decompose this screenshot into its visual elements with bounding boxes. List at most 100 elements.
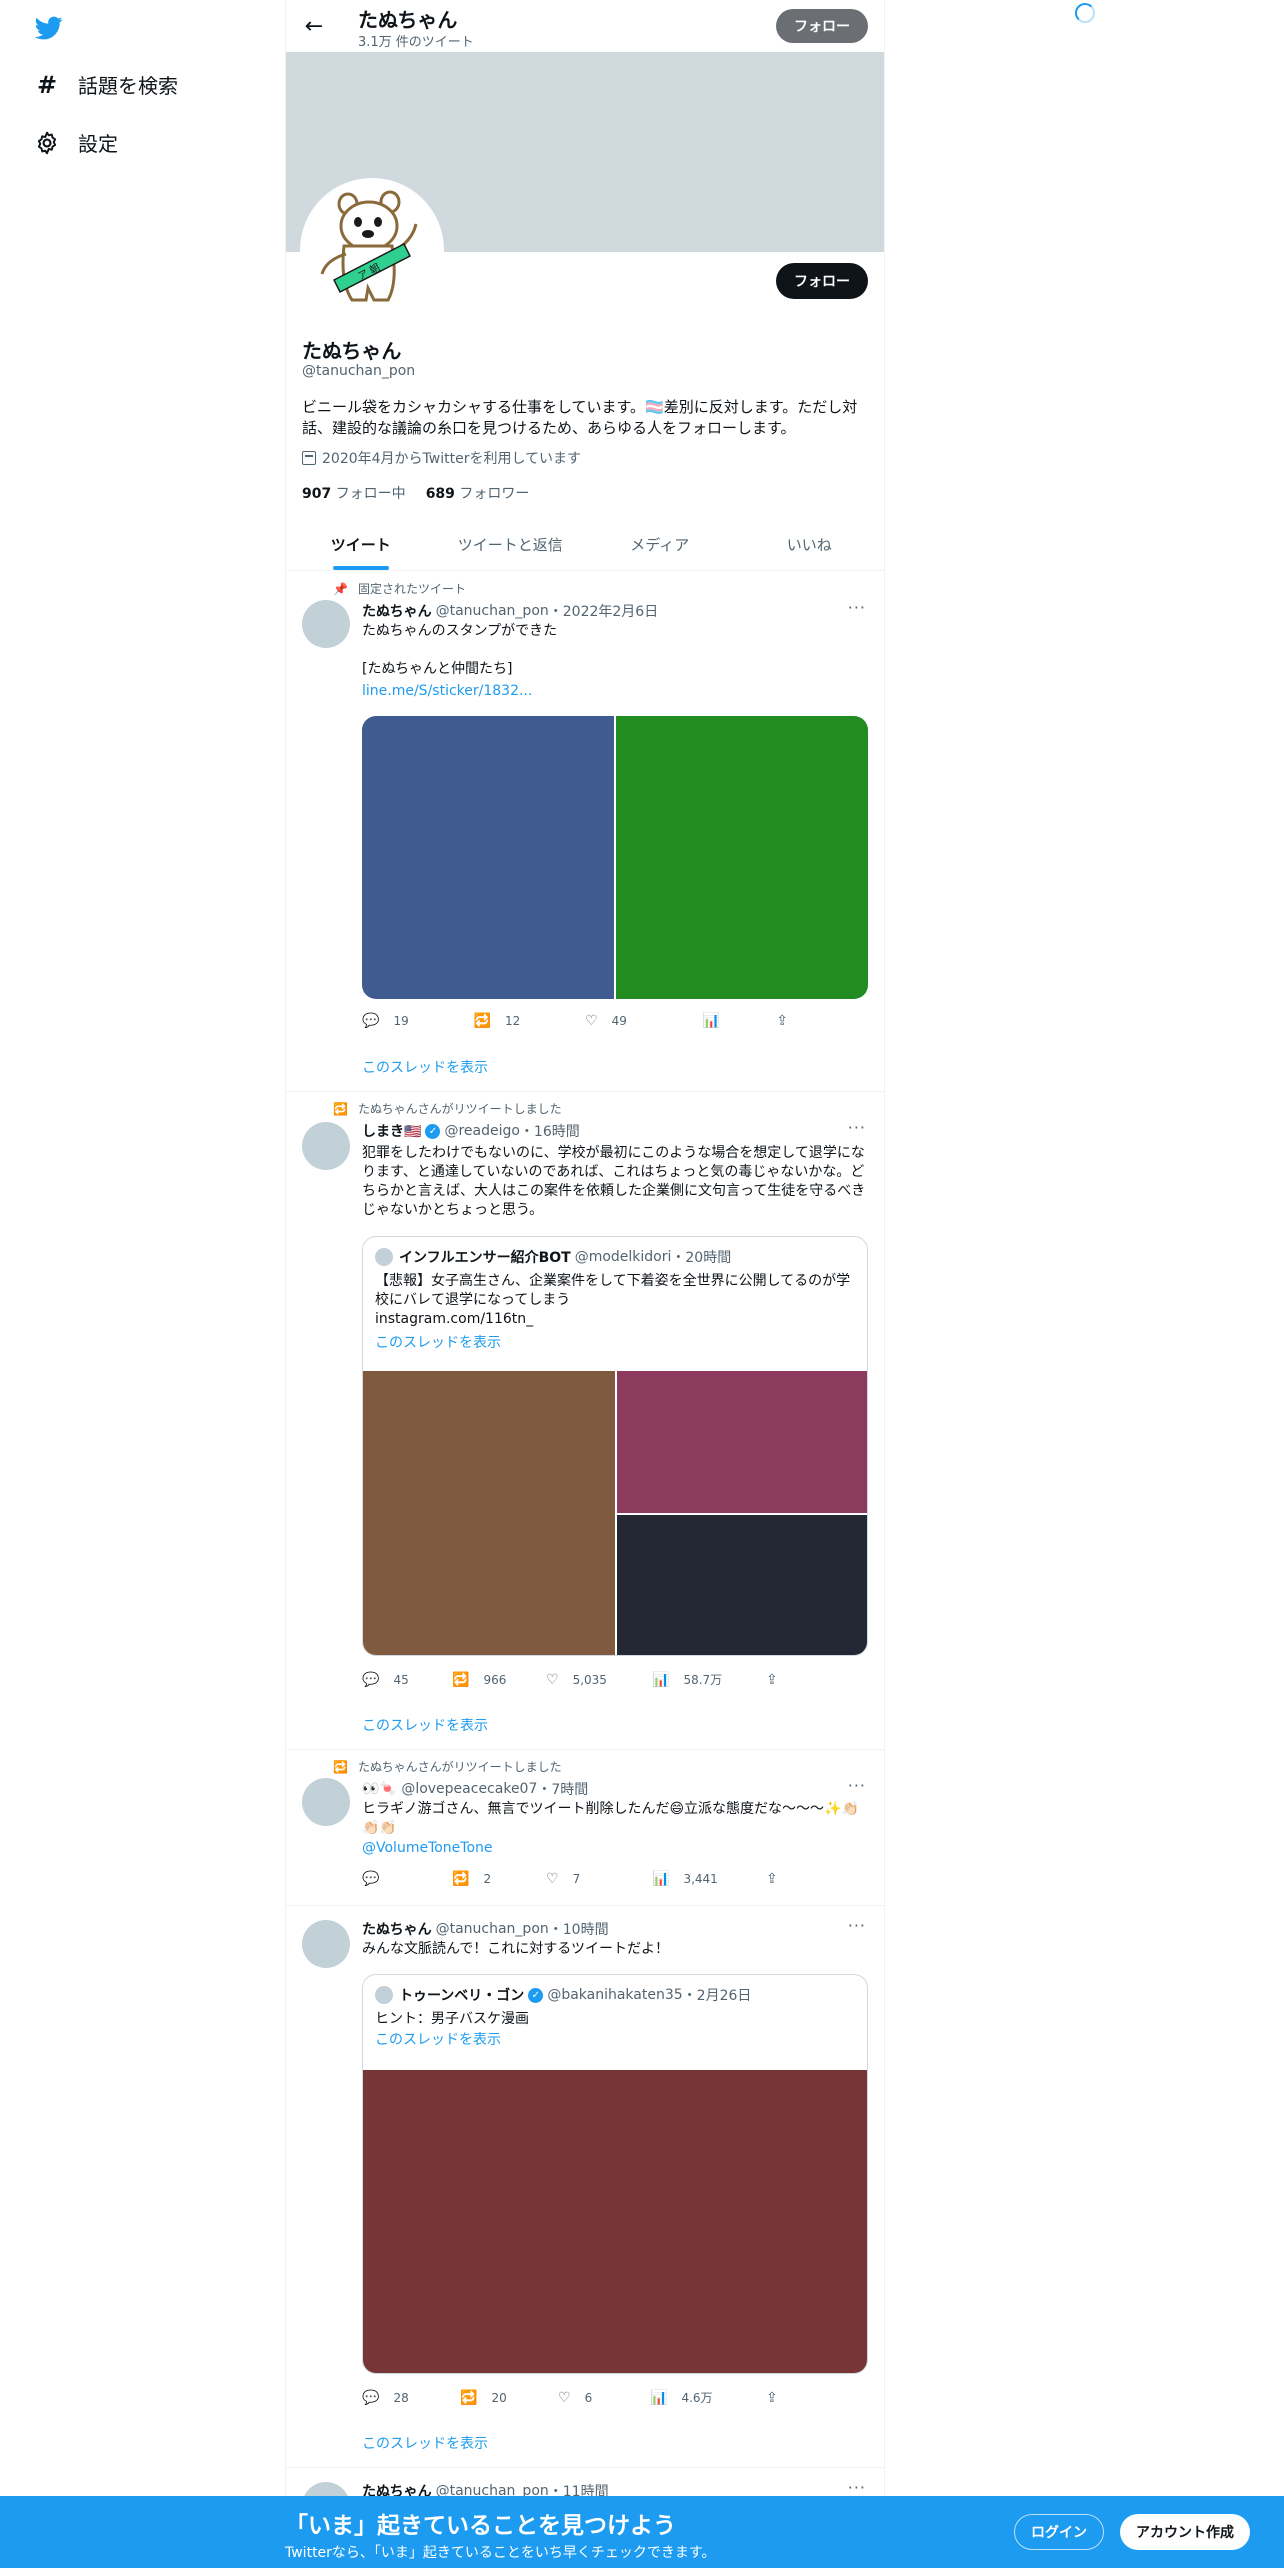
tweet-media[interactable] [362, 716, 868, 999]
retweet-button[interactable]: 🔁 12 [474, 1013, 586, 1029]
tweet-time[interactable]: ・7時間 [537, 1779, 588, 1799]
tab-likes[interactable]: いいね [735, 518, 885, 570]
avatar[interactable] [302, 1778, 350, 1826]
tab-media[interactable]: メディア [585, 518, 735, 570]
follow-button[interactable]: フォロー [776, 263, 868, 299]
tweet-header: 👀🍬 @lovepeacecake07 ・7時間 [362, 1779, 588, 1799]
profile-bio: ビニール袋をカシャカシャする仕事をしています。🏳️‍⚧️差別に反対します。ただし… [302, 398, 858, 437]
avatar[interactable] [302, 600, 350, 648]
tweet-retweet[interactable]: 🔁 たぬちゃんさんがリツイートしました 👀🍬 @lovepeacecake07 … [286, 1750, 884, 1906]
profile-name: たぬちゃん [302, 339, 402, 363]
retweet-icon: 🔁 [452, 1871, 470, 1887]
like-button[interactable]: ♡ 5,035 [546, 1672, 652, 1688]
retweet-button[interactable]: 🔁 20 [460, 2390, 558, 2406]
share-button[interactable]: ⇪ [766, 1672, 792, 1688]
login-button[interactable]: ログイン [1014, 2514, 1104, 2550]
more-options-icon[interactable]: ··· [848, 598, 866, 617]
views-button[interactable]: 📊 4.6万 [650, 2389, 766, 2406]
heart-icon: ♡ [546, 1871, 559, 1887]
retweet-icon: 🔁 [460, 2389, 478, 2406]
author-name[interactable]: たぬちゃん [362, 601, 432, 621]
more-options-icon[interactable]: ··· [848, 1916, 866, 1935]
author-handle[interactable]: 👀🍬 @lovepeacecake07 [362, 1781, 537, 1797]
share-button[interactable]: ⇪ [776, 1013, 802, 1029]
nav-explore-label: 話題を検索 [78, 74, 178, 98]
quote-show-thread[interactable]: このスレッドを表示 [375, 1334, 855, 1353]
author-name[interactable]: たぬちゃん [362, 1919, 432, 1939]
twitter-bird-icon[interactable] [34, 14, 64, 42]
retweet-button[interactable]: 🔁 2 [452, 1871, 546, 1887]
author-handle[interactable]: @tanuchan_pon [436, 1921, 549, 1937]
share-icon: ⇪ [766, 1671, 778, 1688]
media-image-1[interactable] [363, 1371, 615, 1655]
reply-button[interactable]: 💬 45 [362, 1672, 452, 1688]
views-button[interactable]: 📊 58.7万 [652, 1671, 766, 1688]
share-button[interactable]: ⇪ [766, 1871, 792, 1887]
more-options-icon[interactable]: ··· [848, 2478, 866, 2497]
signup-button[interactable]: アカウント作成 [1120, 2514, 1250, 2550]
quote-avatar [375, 1248, 393, 1266]
reply-button[interactable]: 💬 [362, 1871, 452, 1887]
quote-media-image[interactable] [363, 2070, 867, 2373]
nav-settings-label: 設定 [78, 132, 118, 156]
tab-tweets[interactable]: ツイート [286, 518, 436, 570]
tweet-actions: 💬 45 🔁 966 ♡ 5,035 📊 58.7万 ⇪ [362, 1671, 802, 1688]
views-button[interactable]: 📊 3,441 [652, 1871, 766, 1887]
author-name[interactable]: しまき🇺🇸 [362, 1121, 421, 1141]
share-icon: ⇪ [776, 1013, 788, 1029]
media-image-1[interactable] [362, 716, 614, 999]
author-handle[interactable]: @readeigo [444, 1123, 519, 1139]
pinned-label: 📌 固定されたツイート [333, 581, 467, 597]
tweet-time[interactable]: ・10時間 [549, 1919, 609, 1939]
mention-link[interactable]: @VolumeToneTone [362, 1839, 870, 1858]
tweet-quote[interactable]: たぬちゃん @tanuchan_pon ・10時間 ··· みんな文脈読んで！こ… [286, 1906, 884, 2468]
nav-explore[interactable]: # 話題を検索 [34, 70, 178, 99]
tweet-retweet[interactable]: 🔁 たぬちゃんさんがリツイートしました しまき🇺🇸 ✓ @readeigo ・1… [286, 1092, 884, 1750]
tab-tweets-and-replies[interactable]: ツイートと返信 [436, 518, 586, 570]
tweet-time[interactable]: ・16時間 [520, 1121, 580, 1141]
quote-show-thread[interactable]: このスレッドを表示 [375, 2031, 855, 2050]
like-button[interactable]: ♡ 6 [558, 2390, 650, 2406]
like-button[interactable]: ♡ 49 [585, 1013, 703, 1029]
views-button[interactable]: 📊 [703, 1013, 777, 1029]
quote-media[interactable] [363, 1371, 867, 1655]
banner-subtitle: Twitterなら、「いま」起きていることをいち早くチェックできます。 [285, 2545, 716, 2561]
nav-settings[interactable]: 設定 [34, 128, 118, 157]
views-icon: 📊 [652, 1871, 670, 1887]
media-image-2[interactable] [617, 1371, 867, 1513]
profile-stats: 907 フォロー中 689 フォロワー [302, 483, 529, 503]
tweet-pinned[interactable]: 📌 固定されたツイート たぬちゃん @tanuchan_pon ・2022年2月… [286, 572, 884, 1092]
share-button[interactable]: ⇪ [766, 2390, 792, 2406]
header-follow-button[interactable]: フォロー [776, 9, 868, 43]
back-arrow-icon[interactable]: ← [298, 10, 330, 42]
tanuki-avatar-illustration: ア 朝 [304, 182, 440, 318]
profile-avatar[interactable]: ア 朝 [300, 178, 444, 322]
quote-text: 【悲報】女子高生さん、企業案件をして下着姿を全世界に公開してるのが学校にバレて退… [375, 1273, 851, 1327]
quote-text: ヒント：男子バスケ漫画 [375, 2011, 529, 2027]
avatar[interactable] [302, 1920, 350, 1968]
show-thread-link[interactable]: このスレッドを表示 [362, 1057, 488, 1077]
more-options-icon[interactable]: ··· [848, 1776, 866, 1795]
quoted-tweet[interactable]: インフルエンサー紹介BOT @modelkidori ・20時間 【悲報】女子高… [362, 1236, 868, 1656]
tweet-header: しまき🇺🇸 ✓ @readeigo ・16時間 [362, 1121, 580, 1141]
tweet-time[interactable]: ・2022年2月6日 [549, 601, 658, 621]
show-thread-link[interactable]: このスレッドを表示 [362, 2433, 488, 2453]
quote-avatar [375, 1986, 393, 2004]
like-button[interactable]: ♡ 7 [546, 1871, 652, 1887]
quoted-tweet[interactable]: トゥーンベリ・ゴン ✓ @bakanihakaten35 ・2月26日 ヒント：… [362, 1974, 868, 2374]
more-options-icon[interactable]: ··· [848, 1118, 866, 1137]
loading-spinner-icon [1075, 3, 1095, 23]
following-link[interactable]: 907 フォロー中 [302, 483, 406, 503]
profile-tabs: ツイート ツイートと返信 メディア いいね [286, 518, 884, 571]
media-image-3[interactable] [617, 1515, 867, 1655]
reply-button[interactable]: 💬 19 [362, 1013, 474, 1029]
retweet-button[interactable]: 🔁 966 [452, 1672, 546, 1688]
tweet-link[interactable]: line.me/S/sticker/1832... [362, 682, 870, 701]
show-thread-link[interactable]: このスレッドを表示 [362, 1715, 488, 1735]
followers-link[interactable]: 689 フォロワー [426, 483, 530, 503]
media-image-2[interactable] [616, 716, 868, 999]
views-icon: 📊 [652, 1671, 670, 1688]
avatar[interactable] [302, 1122, 350, 1170]
author-handle[interactable]: @tanuchan_pon [436, 603, 549, 619]
reply-button[interactable]: 💬 28 [362, 2390, 460, 2406]
